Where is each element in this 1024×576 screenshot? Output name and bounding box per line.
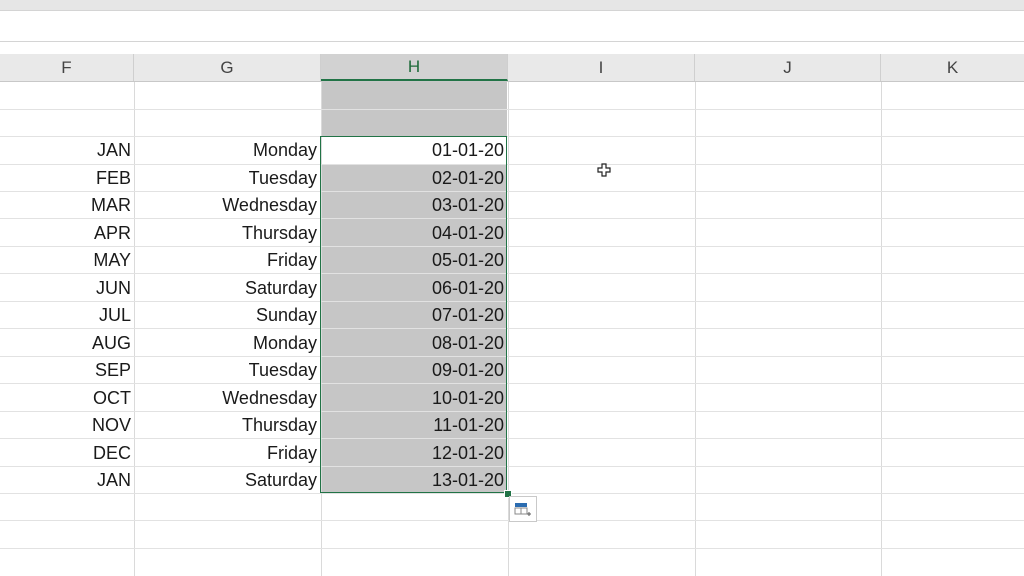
column-header-g[interactable]: G [134, 54, 321, 81]
cell-weekday[interactable]: Wednesday [134, 192, 317, 219]
cell-weekday[interactable]: Saturday [134, 275, 317, 302]
cell-month[interactable]: OCT [0, 385, 131, 412]
cell-weekday[interactable]: Sunday [134, 302, 317, 329]
cell-month[interactable]: APR [0, 220, 131, 247]
cell-weekday[interactable]: Tuesday [134, 165, 317, 192]
cell-weekday[interactable]: Monday [134, 137, 317, 164]
column-header-f[interactable]: F [0, 54, 134, 81]
cell-month[interactable]: MAR [0, 192, 131, 219]
cell-month[interactable]: SEP [0, 357, 131, 384]
cell-month[interactable]: NOV [0, 412, 131, 439]
cell-month[interactable]: AUG [0, 330, 131, 357]
cell-weekday[interactable]: Friday [134, 247, 317, 274]
column-header-j[interactable]: J [695, 54, 881, 81]
cell-weekday[interactable]: Thursday [134, 220, 317, 247]
cell-month[interactable]: JUN [0, 275, 131, 302]
cell-month[interactable]: JUL [0, 302, 131, 329]
cell-month[interactable]: DEC [0, 440, 131, 467]
cell-month[interactable]: MAY [0, 247, 131, 274]
cell-weekday[interactable]: Wednesday [134, 385, 317, 412]
cell-weekday[interactable]: Monday [134, 330, 317, 357]
ribbon-edge [0, 0, 1024, 11]
quick-analysis-icon[interactable] [509, 496, 537, 522]
cell-weekday[interactable]: Saturday [134, 467, 317, 494]
cell-select-cursor-icon [597, 163, 611, 177]
cell-weekday[interactable]: Tuesday [134, 357, 317, 384]
cell-month[interactable]: FEB [0, 165, 131, 192]
cell-weekday[interactable]: Thursday [134, 412, 317, 439]
cell-month[interactable]: JAN [0, 137, 131, 164]
column-header-i[interactable]: I [508, 54, 695, 81]
cell-weekday[interactable]: Friday [134, 440, 317, 467]
column-header-row: F G H I J K [0, 54, 1024, 82]
column-header-k[interactable]: K [881, 54, 1024, 81]
formula-bar-area[interactable] [0, 11, 1024, 42]
cell-month[interactable]: JAN [0, 467, 131, 494]
selection-border [320, 136, 507, 493]
column-header-h[interactable]: H [321, 54, 508, 81]
